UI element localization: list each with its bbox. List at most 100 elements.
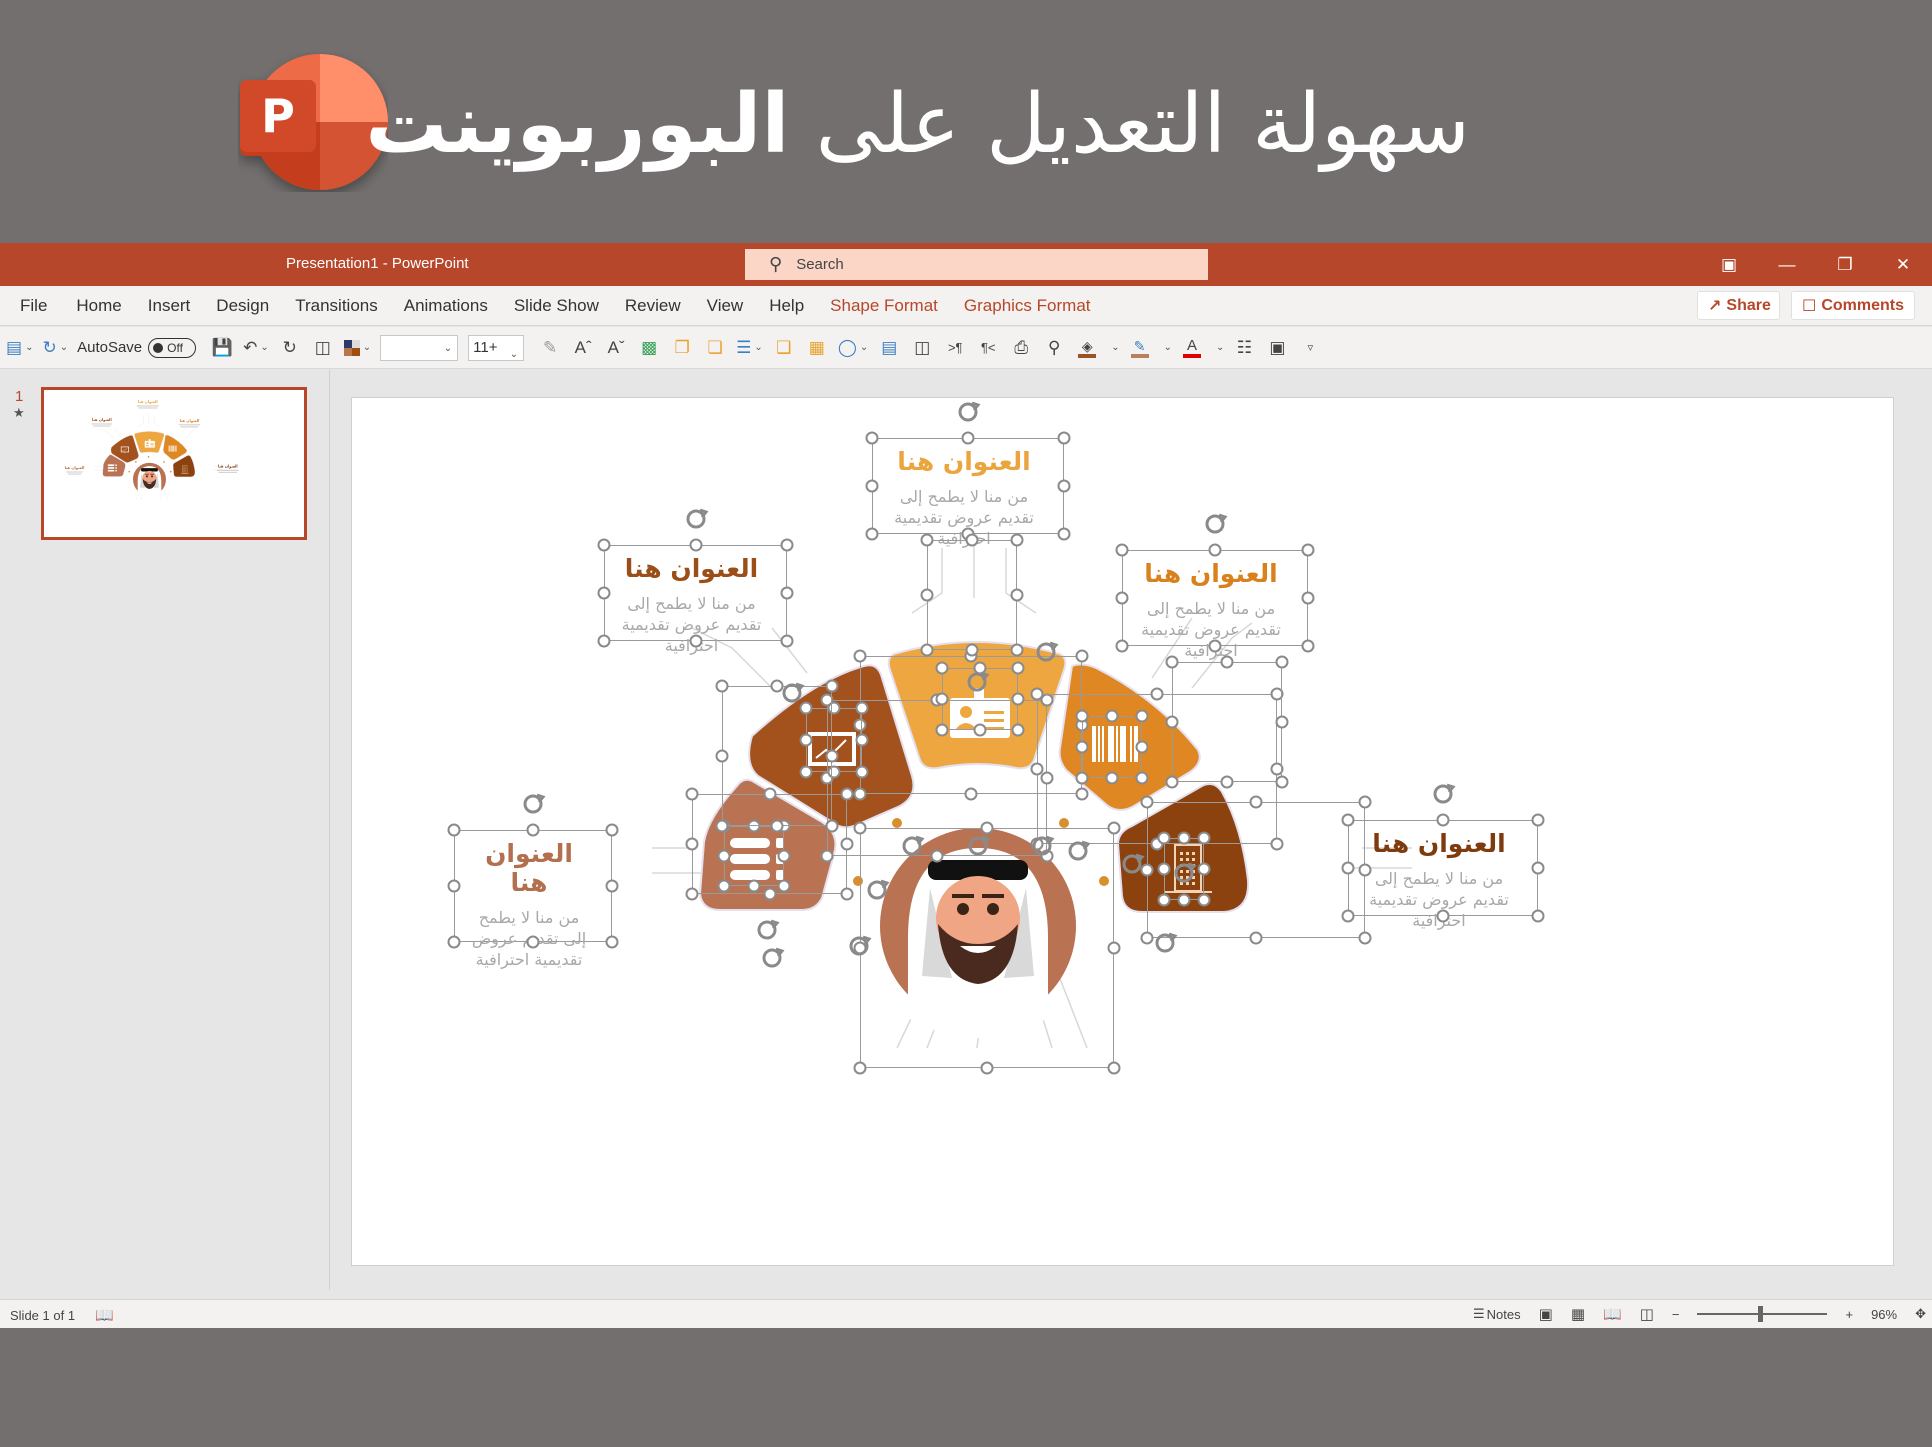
fill-color-button[interactable]: ◈ [1075, 334, 1099, 362]
resize-handle[interactable] [1107, 941, 1121, 955]
resize-handle[interactable] [685, 837, 699, 851]
restore-button[interactable]: ❐ [1816, 243, 1874, 286]
notes-button[interactable]: ☰ Notes [1473, 1306, 1521, 1322]
resize-handle[interactable] [1301, 543, 1315, 557]
resize-handle[interactable] [689, 634, 702, 648]
resize-handle[interactable] [1107, 821, 1121, 835]
resize-handle[interactable] [526, 935, 540, 949]
reading-view-button[interactable]: 📖 [1603, 1305, 1622, 1323]
resize-handle[interactable] [865, 479, 879, 493]
tab-animations[interactable]: Animations [391, 286, 501, 326]
presenter-button[interactable]: ◫ [910, 334, 934, 362]
resize-handle[interactable] [685, 787, 699, 801]
text-box-button[interactable]: ▤ [877, 334, 901, 362]
tab-design[interactable]: Design [203, 286, 282, 326]
resize-handle[interactable] [447, 823, 461, 837]
rotate-handle[interactable] [965, 833, 991, 859]
decrease-font-button[interactable]: Aˇ [604, 334, 628, 362]
font-color-button[interactable]: A [1180, 334, 1204, 362]
resize-handle[interactable] [597, 634, 611, 648]
resize-handle[interactable] [1197, 862, 1211, 876]
resize-handle[interactable] [1115, 639, 1129, 653]
rtl-button[interactable]: ¶< [976, 334, 1000, 362]
resize-handle[interactable] [1011, 661, 1025, 675]
resize-handle[interactable] [825, 819, 839, 833]
resize-handle[interactable] [935, 661, 949, 675]
resize-handle[interactable] [1249, 931, 1263, 945]
bullets-button[interactable]: ☰ ⌄ [736, 334, 763, 362]
resize-handle[interactable] [1275, 775, 1289, 789]
tab-shape-format[interactable]: Shape Format [817, 286, 951, 326]
tab-insert[interactable]: Insert [135, 286, 204, 326]
ribbon-display-button[interactable]: ▣ [1700, 243, 1758, 286]
start-slideshow-button[interactable]: ◫ [311, 334, 335, 362]
resize-handle[interactable] [1057, 527, 1071, 541]
resize-handle[interactable] [777, 849, 791, 863]
theme-colors-button[interactable]: ⌄ [343, 334, 371, 362]
resize-handle[interactable] [920, 643, 934, 657]
resize-handle[interactable] [597, 586, 611, 600]
resize-handle[interactable] [1436, 813, 1450, 827]
resize-handle[interactable] [1301, 639, 1315, 653]
font-size-select[interactable]: 11+ ⌄ [468, 334, 525, 361]
resize-handle[interactable] [715, 679, 729, 693]
tab-review[interactable]: Review [612, 286, 694, 326]
resize-handle[interactable] [1358, 863, 1372, 877]
replace-button[interactable]: ⎙ [1009, 334, 1033, 362]
zoom-slider[interactable] [1697, 1306, 1828, 1322]
resize-handle[interactable] [1057, 479, 1071, 493]
resize-handle[interactable] [780, 586, 794, 600]
resize-handle[interactable] [840, 837, 854, 851]
rotate-handle[interactable] [864, 877, 890, 903]
zoom-out-button[interactable]: − [1672, 1307, 1680, 1322]
resize-handle[interactable] [689, 538, 702, 552]
slideshow-view-button[interactable]: ◫ [1640, 1305, 1654, 1323]
resize-handle[interactable] [825, 679, 839, 693]
resize-handle[interactable] [447, 935, 461, 949]
save-button[interactable]: 💾 [210, 334, 234, 362]
bring-to-front-button[interactable]: ❑ [772, 334, 796, 362]
resize-handle[interactable] [597, 538, 611, 552]
customize-toolbar-button[interactable]: ▿ [1298, 334, 1322, 362]
find-button[interactable]: ⚲ [1042, 334, 1066, 362]
resize-handle[interactable] [1010, 588, 1024, 602]
redo-button[interactable]: ↻ [278, 334, 302, 362]
resize-handle[interactable] [1115, 591, 1129, 605]
slide-canvas[interactable]: العنوان هنا من منا لا يطمح إلى تقديم عروض… [351, 397, 1894, 1266]
rotate-handle[interactable] [955, 399, 981, 425]
resize-handle[interactable] [1531, 909, 1545, 923]
resize-handle[interactable] [1140, 795, 1154, 809]
resize-handle[interactable] [1177, 893, 1191, 907]
resize-handle[interactable] [1249, 795, 1263, 809]
align-center-button[interactable]: ▩ [637, 334, 661, 362]
resize-handle[interactable] [855, 765, 869, 779]
tab-view[interactable]: View [694, 286, 757, 326]
resize-handle[interactable] [855, 701, 869, 715]
resize-handle[interactable] [1075, 771, 1089, 785]
resize-handle[interactable] [1011, 723, 1025, 737]
resize-handle[interactable] [715, 749, 729, 763]
resize-handle[interactable] [1358, 931, 1372, 945]
group-button[interactable]: ▦ [805, 334, 829, 362]
text-box-upper-right[interactable]: العنوان هنا من منا لا يطمح إلى تقديم عروض… [1122, 550, 1308, 660]
text-box-upper-left[interactable]: العنوان هنا من منا لا يطمح إلى تقديم عروض… [604, 545, 787, 655]
resize-handle[interactable] [840, 887, 854, 901]
resize-handle[interactable] [1165, 775, 1179, 789]
fit-to-window-button[interactable]: ✥ [1915, 1306, 1926, 1322]
rotate-handle[interactable] [520, 791, 546, 817]
zoom-level[interactable]: 96% [1871, 1307, 1897, 1322]
rotate-handle[interactable] [964, 669, 990, 695]
resize-handle[interactable] [1011, 692, 1025, 706]
resize-handle[interactable] [825, 749, 839, 763]
send-backward-button[interactable]: ❏ [703, 334, 727, 362]
resize-handle[interactable] [1208, 639, 1222, 653]
resize-handle[interactable] [1301, 591, 1315, 605]
resize-handle[interactable] [1075, 740, 1089, 754]
resize-handle[interactable] [1157, 831, 1171, 845]
resize-handle[interactable] [747, 879, 761, 893]
resize-handle[interactable] [1177, 831, 1191, 845]
resize-handle[interactable] [865, 431, 879, 445]
resize-handle[interactable] [1358, 795, 1372, 809]
undo-button[interactable]: ↶ ⌄ [243, 334, 269, 362]
share-button[interactable]: ↗ Share [1697, 291, 1780, 320]
